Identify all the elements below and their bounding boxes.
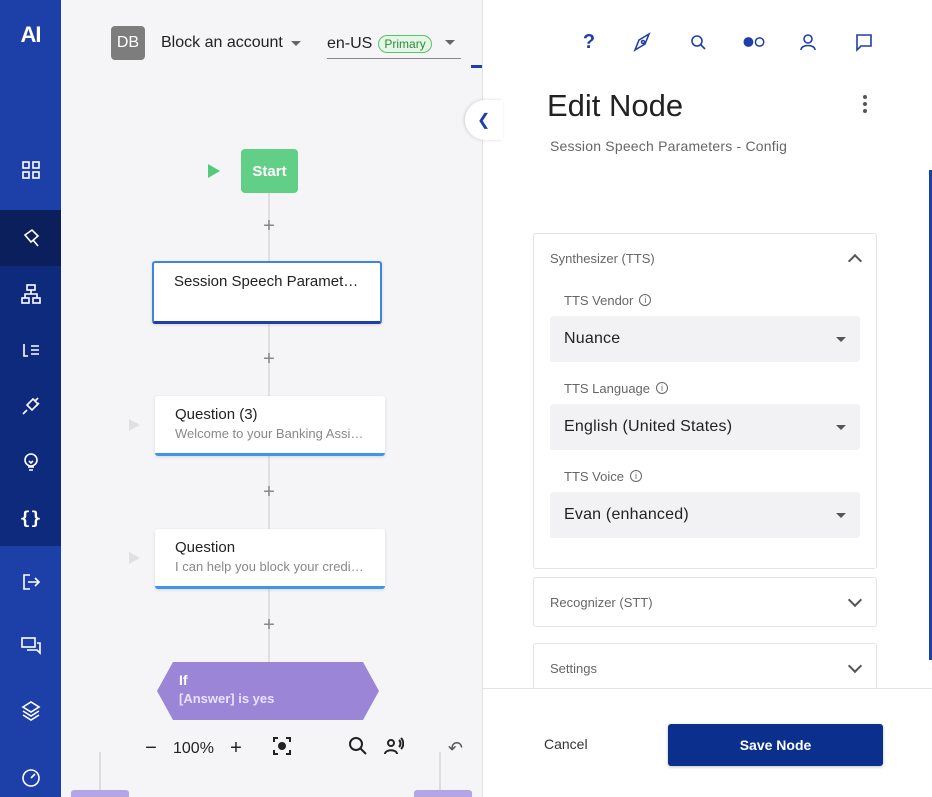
- node-question[interactable]: Question I can help you block your credi…: [155, 529, 385, 589]
- node-title: Session Speech Parameters - Config: [174, 273, 360, 290]
- stt-section-header[interactable]: Recognizer (STT): [534, 578, 876, 626]
- add-node-icon[interactable]: +: [261, 216, 277, 236]
- left-nav: AI {}: [0, 0, 61, 797]
- primary-badge: Primary: [378, 35, 432, 53]
- panel-title: Edit Node: [547, 88, 684, 123]
- tts-language-select[interactable]: English (United States): [550, 404, 860, 450]
- undo-icon[interactable]: ↶: [448, 738, 463, 759]
- play-icon: [129, 419, 140, 431]
- help-icon[interactable]: ?: [577, 30, 601, 54]
- tts-vendor-value: Nuance: [564, 330, 621, 347]
- panel-toolbar: ?: [483, 30, 932, 60]
- search-icon[interactable]: [686, 30, 710, 54]
- chevron-down-icon: [847, 592, 863, 608]
- settings-section[interactable]: Settings: [533, 643, 877, 693]
- if-node-condition: [Answer] is yes: [179, 691, 275, 706]
- info-icon[interactable]: i: [639, 294, 652, 306]
- stt-section-title: Recognizer (STT): [550, 594, 653, 610]
- zoom-in-button[interactable]: +: [226, 737, 246, 760]
- info-icon[interactable]: i: [656, 382, 669, 394]
- node-subtitle: Welcome to your Banking Assistant: [175, 426, 365, 441]
- flow-toolbar: DB Block an account: [111, 26, 301, 60]
- lightbulb-icon[interactable]: [0, 434, 61, 490]
- zoom-toolbar: − 100% + ↶: [141, 736, 463, 761]
- branch-node[interactable]: [414, 790, 472, 797]
- tts-section-header[interactable]: Synthesizer (TTS): [534, 234, 876, 282]
- node-question-3[interactable]: Question (3) Welcome to your Banking Ass…: [155, 396, 385, 456]
- more-options-icon[interactable]: [863, 95, 867, 113]
- search-icon[interactable]: [348, 736, 368, 761]
- add-node-icon[interactable]: +: [261, 615, 277, 635]
- zoom-out-button[interactable]: −: [141, 737, 161, 760]
- node-title: Question: [175, 539, 236, 556]
- active-tab-indicator: [471, 65, 482, 68]
- tts-section-title: Synthesizer (TTS): [550, 250, 655, 266]
- cancel-button[interactable]: Cancel: [544, 736, 588, 752]
- start-node[interactable]: Start: [241, 149, 298, 193]
- tts-vendor-label: TTS Vendor i: [564, 290, 876, 310]
- tts-language-label: TTS Language i: [564, 378, 876, 398]
- tts-voice-value: Evan (enhanced): [564, 506, 689, 523]
- conversations-icon[interactable]: [0, 618, 61, 674]
- settings-section-header[interactable]: Settings: [534, 644, 876, 692]
- add-node-icon[interactable]: +: [261, 482, 277, 502]
- panel-footer: Cancel Save Node: [483, 688, 932, 797]
- branch-node[interactable]: [71, 790, 129, 797]
- app-logo[interactable]: AI: [0, 22, 61, 48]
- play-icon: [129, 552, 140, 564]
- user-icon[interactable]: [796, 30, 820, 54]
- info-icon[interactable]: i: [629, 470, 642, 482]
- lexicon-icon[interactable]: [0, 322, 61, 378]
- if-node[interactable]: If [Answer] is yes: [157, 662, 379, 720]
- play-icon[interactable]: [208, 164, 220, 178]
- stt-section[interactable]: Recognizer (STT): [533, 577, 877, 627]
- avatar[interactable]: DB: [111, 26, 145, 60]
- save-node-button[interactable]: Save Node: [668, 724, 883, 766]
- tts-voice-label: TTS Voice i: [564, 466, 876, 486]
- braces-icon[interactable]: {}: [0, 490, 61, 546]
- chevron-left-icon: ❮: [477, 112, 491, 129]
- flow-selector[interactable]: Block an account: [161, 34, 301, 52]
- layers-icon[interactable]: [0, 682, 61, 738]
- edit-node-panel: ? Edit Node Session Speech Parameters - …: [482, 0, 932, 797]
- add-node-icon[interactable]: +: [261, 349, 277, 369]
- chat-icon[interactable]: [852, 30, 876, 54]
- flow-name-label: Block an account: [161, 34, 283, 51]
- chevron-down-icon: [847, 658, 863, 674]
- tts-section: Synthesizer (TTS) TTS Vendor i Nuance TT…: [533, 233, 877, 569]
- settings-section-title: Settings: [550, 660, 597, 676]
- dashboard-icon[interactable]: [0, 142, 61, 198]
- plug-icon[interactable]: [0, 378, 61, 434]
- compass-icon[interactable]: [631, 30, 655, 54]
- node-subtitle: I can help you block your credit card: [175, 559, 365, 574]
- collapse-panel-button[interactable]: ❮: [465, 100, 503, 140]
- if-node-title: If: [179, 672, 188, 688]
- chevron-down-icon: [836, 512, 846, 518]
- gauge-icon[interactable]: [0, 750, 61, 797]
- voice-preview-icon[interactable]: [383, 736, 405, 761]
- tts-language-value: English (United States): [564, 418, 733, 435]
- node-session-speech-parameters[interactable]: Session Speech Parameters - Config: [152, 261, 382, 324]
- locale-selector[interactable]: en-US Primary: [327, 30, 461, 59]
- node-title: Question (3): [175, 406, 258, 423]
- chevron-up-icon: [847, 253, 863, 269]
- chevron-down-icon: [836, 336, 846, 342]
- flow-icon[interactable]: [0, 266, 61, 322]
- locale-label: en-US: [327, 35, 373, 52]
- chevron-down-icon: [445, 40, 455, 45]
- build-icon[interactable]: [0, 210, 61, 266]
- fit-to-screen-icon[interactable]: [272, 736, 292, 761]
- toggle-icon[interactable]: [739, 30, 769, 54]
- exit-icon[interactable]: [0, 554, 61, 610]
- flow-canvas[interactable]: DB Block an account en-US Primary Start …: [61, 0, 482, 797]
- tts-vendor-select[interactable]: Nuance: [550, 316, 860, 362]
- tts-voice-select[interactable]: Evan (enhanced): [550, 492, 860, 538]
- chevron-down-icon: [836, 424, 846, 430]
- chevron-down-icon: [290, 40, 301, 46]
- zoom-level: 100%: [173, 739, 214, 757]
- panel-subtitle: Session Speech Parameters - Config: [550, 138, 788, 154]
